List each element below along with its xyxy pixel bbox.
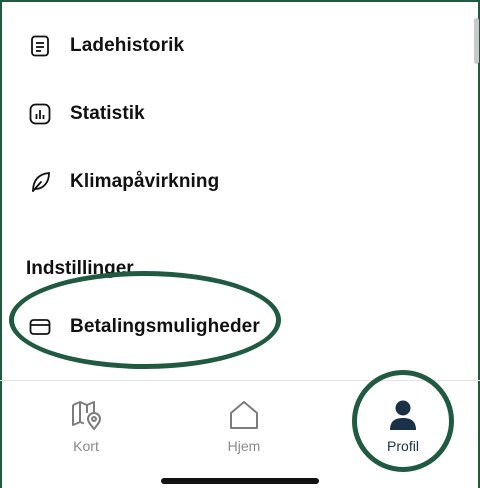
tab-label: Profil	[387, 438, 419, 454]
menu-item-label: Klimapåvirkning	[70, 171, 220, 192]
tab-label: Hjem	[227, 438, 261, 454]
menu-item-label: Statistik	[70, 103, 145, 124]
menu-item-label: Betalingsmuligheder	[70, 316, 260, 337]
tabbar-divider	[0, 380, 480, 381]
home-indicator[interactable]	[161, 478, 319, 484]
document-list-icon	[29, 35, 51, 57]
scrollbar[interactable]	[474, 18, 479, 64]
leaf-icon	[29, 171, 51, 193]
home-icon	[227, 398, 261, 432]
map-pin-icon	[69, 398, 103, 432]
tab-hjem[interactable]: Hjem	[204, 398, 284, 458]
credit-card-icon	[29, 316, 51, 338]
tab-kort[interactable]: Kort	[46, 398, 126, 458]
menu-item-ladehistorik[interactable]: Ladehistorik	[0, 21, 470, 71]
person-icon	[386, 398, 420, 432]
section-title-settings: Indstillinger	[26, 258, 134, 279]
menu-item-statistik[interactable]: Statistik	[0, 89, 470, 139]
bar-chart-icon	[29, 103, 51, 125]
tab-label: Kort	[73, 438, 99, 454]
menu-item-label: Ladehistorik	[70, 35, 185, 56]
menu-item-klimapavirkning[interactable]: Klimapåvirkning	[0, 157, 470, 207]
menu-item-betalingsmuligheder[interactable]: Betalingsmuligheder	[0, 302, 470, 352]
tab-profil[interactable]: Profil	[363, 398, 443, 458]
